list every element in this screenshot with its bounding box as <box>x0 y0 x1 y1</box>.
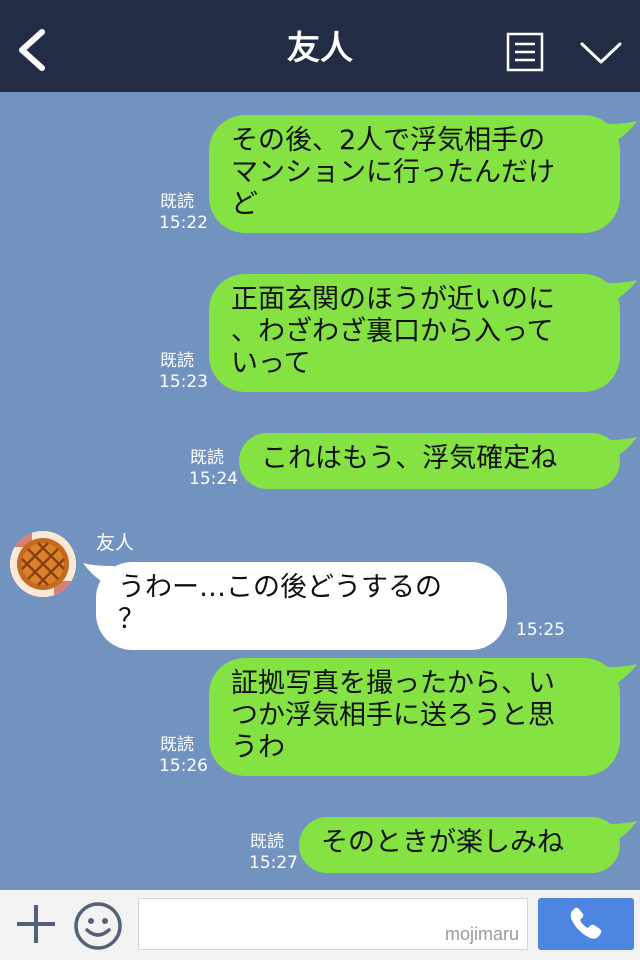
message-time: 15:27 <box>249 853 298 873</box>
bubble-tail <box>606 121 637 142</box>
message-input[interactable]: mojimaru <box>138 898 528 950</box>
outgoing-message[interactable]: これはもう、浮気確定ね <box>239 433 620 489</box>
outgoing-message[interactable]: そのときが楽しみね <box>299 817 620 873</box>
incoming-message[interactable]: うわー…この後どうするの ？ <box>96 562 507 650</box>
outgoing-message[interactable]: 正面玄関のほうが近いのに 、わざわざ裏口から入って いって <box>209 274 620 392</box>
note-button[interactable] <box>506 32 544 72</box>
read-status: 既読 <box>250 832 284 852</box>
bubble-tail <box>606 664 637 685</box>
plus-icon <box>17 905 55 943</box>
pie-avatar-icon <box>10 531 76 597</box>
emoji-button[interactable] <box>72 900 124 952</box>
smiley-icon <box>74 902 122 950</box>
chevron-down-icon <box>580 42 622 64</box>
bubble-tail <box>606 280 637 301</box>
message-time: 15:24 <box>189 469 238 489</box>
friend-avatar[interactable] <box>10 531 76 597</box>
read-status: 既読 <box>160 735 194 755</box>
bubble-tail <box>606 821 637 842</box>
dropdown-button[interactable] <box>578 38 624 68</box>
chat-area[interactable]: 既読 15:22 その後、2人で浮気相手の マンションに行ったんだけ ど 既読 … <box>0 92 640 890</box>
add-button[interactable] <box>14 902 58 946</box>
message-time: 15:22 <box>159 213 208 233</box>
read-status: 既読 <box>160 192 194 212</box>
bubble-tail <box>606 437 637 458</box>
call-button[interactable] <box>538 898 634 950</box>
watermark: mojimaru <box>444 924 519 944</box>
outgoing-message[interactable]: その後、2人で浮気相手の マンションに行ったんだけ ど <box>209 115 620 233</box>
read-status: 既読 <box>160 351 194 371</box>
phone-icon <box>570 907 602 939</box>
chat-title: 友人 <box>287 28 353 67</box>
friend-name: 友人 <box>96 532 135 554</box>
note-list-icon <box>506 32 544 72</box>
chat-header: 友人 <box>0 0 640 92</box>
read-status: 既読 <box>190 448 224 468</box>
message-time: 15:26 <box>159 756 208 776</box>
message-time: 15:25 <box>516 620 565 640</box>
message-time: 15:23 <box>159 372 208 392</box>
outgoing-message[interactable]: 証拠写真を撮ったから、い つか浮気相手に送ろうと思 うわ <box>209 658 620 776</box>
